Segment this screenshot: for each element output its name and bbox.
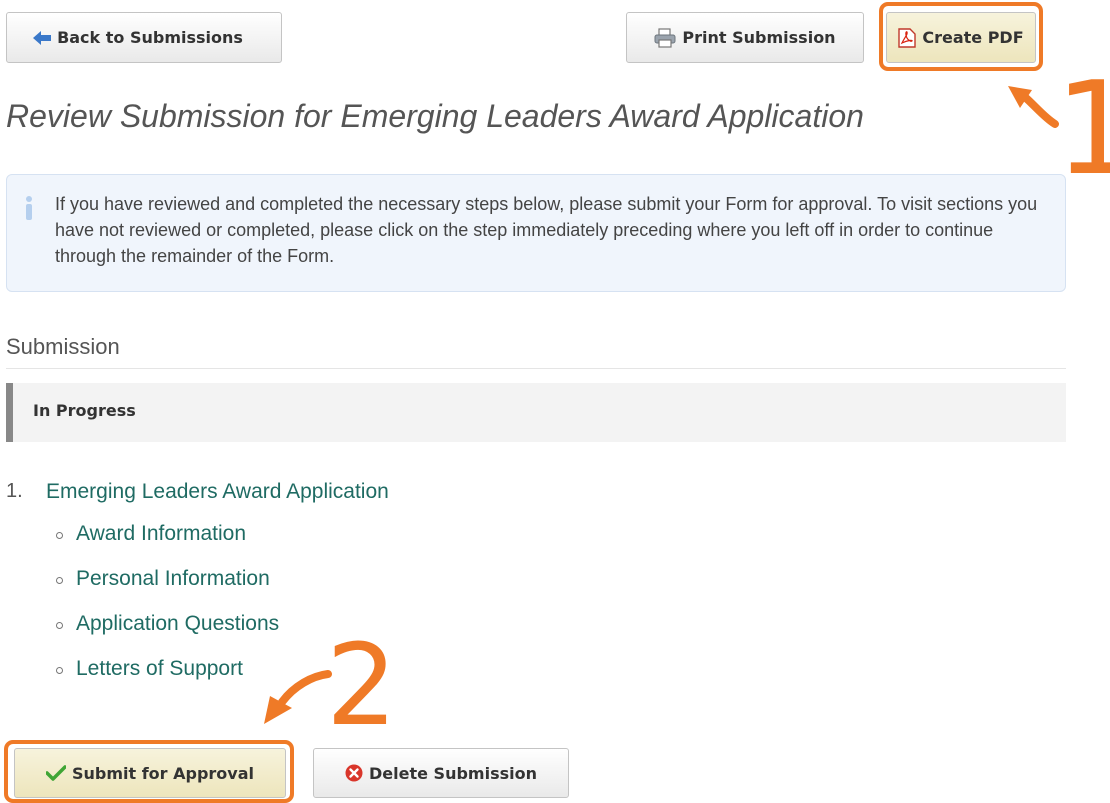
back-button-label: Back to Submissions: [57, 28, 243, 47]
printer-icon: [654, 27, 676, 48]
section-link-application-questions[interactable]: Application Questions: [76, 612, 279, 636]
delete-button-label: Delete Submission: [369, 763, 537, 783]
section-link-award-information[interactable]: Award Information: [76, 522, 246, 546]
print-submission-button[interactable]: Print Submission: [626, 12, 864, 63]
print-button-label: Print Submission: [682, 28, 836, 47]
status-badge: In Progress: [33, 401, 136, 420]
section-link-personal-information[interactable]: Personal Information: [76, 567, 270, 591]
delete-submission-button[interactable]: Delete Submission: [313, 748, 569, 798]
bullet-icon: [56, 577, 63, 584]
page-title: Review Submission for Emerging Leaders A…: [6, 98, 864, 134]
delete-icon: [345, 764, 363, 782]
curved-arrow-icon: [1008, 86, 1059, 128]
back-to-submissions-button[interactable]: Back to Submissions: [6, 12, 282, 63]
bullet-icon: [56, 532, 63, 539]
curved-arrow-icon: [264, 670, 332, 724]
highlight-box-create-pdf: [879, 2, 1043, 71]
info-message-text: If you have reviewed and completed the n…: [55, 194, 1038, 266]
arrow-left-icon: [33, 30, 52, 45]
info-message-box: If you have reviewed and completed the n…: [6, 174, 1066, 292]
bullet-icon: [56, 622, 63, 629]
info-icon: [21, 195, 37, 226]
section-divider: [6, 368, 1066, 369]
step-link-emerging-leaders-application[interactable]: Emerging Leaders Award Application: [46, 480, 389, 504]
highlight-box-submit: [4, 740, 294, 803]
section-link-letters-of-support[interactable]: Letters of Support: [76, 657, 243, 681]
bullet-icon: [56, 667, 63, 674]
annotation-marker-2: 2: [326, 621, 398, 751]
step-number: 1.: [6, 480, 23, 502]
status-bar: In Progress: [6, 383, 1066, 442]
submission-section-title: Submission: [6, 334, 120, 359]
